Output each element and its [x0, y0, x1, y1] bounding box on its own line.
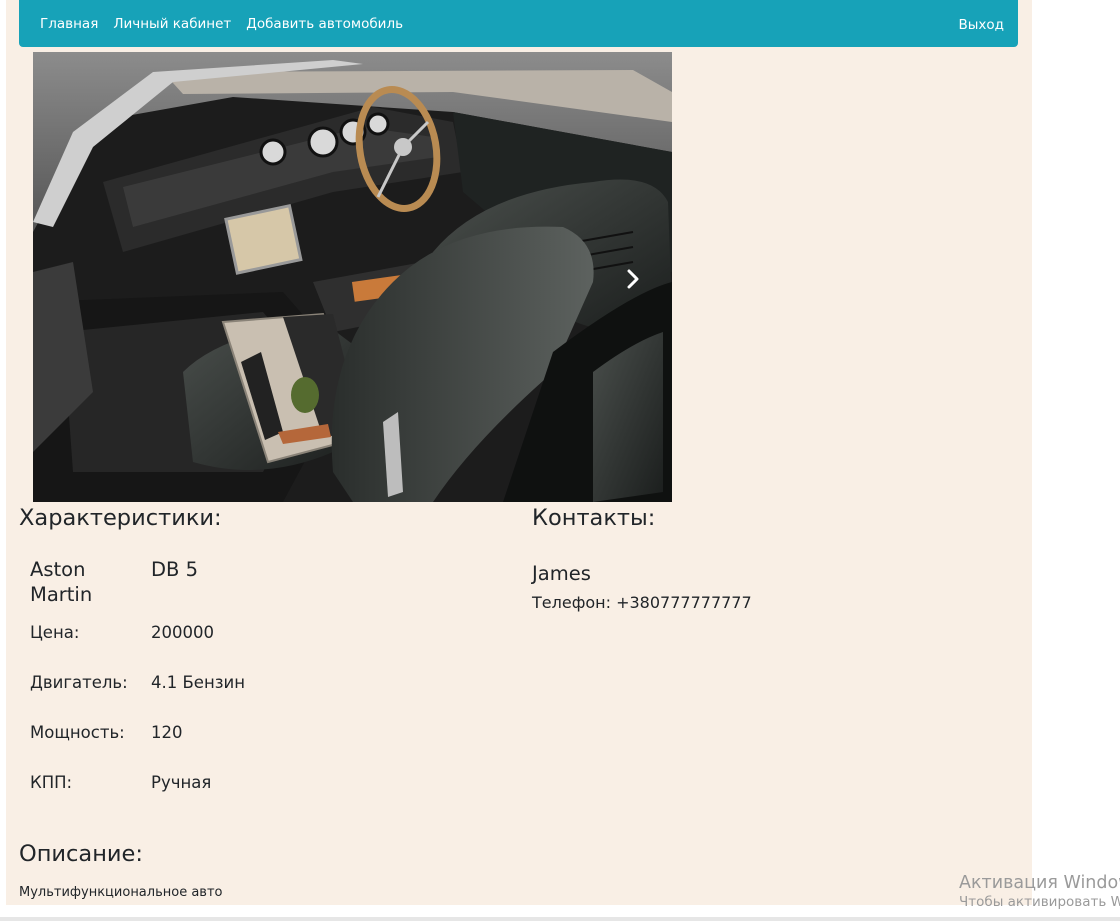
description-heading: Описание:: [19, 841, 143, 867]
spec-value: Ручная: [151, 772, 212, 792]
car-image-carousel: [33, 52, 672, 502]
nav-right: Выход: [958, 14, 1004, 33]
spec-value: 200000: [151, 622, 214, 642]
description-text: Мультифункциональное авто: [19, 885, 223, 900]
spec-row-gearbox: КПП: Ручная: [30, 757, 330, 807]
taskbar-edge: [0, 917, 1120, 921]
specs-table: Aston Martin DB 5 Цена: 200000 Двигатель…: [30, 557, 330, 807]
car-interior-photo: [33, 52, 672, 502]
spec-row-power: Мощность: 120: [30, 707, 330, 757]
car-brand: Aston Martin: [30, 558, 93, 606]
spec-label: Двигатель:: [30, 672, 128, 692]
contacts-heading: Контакты:: [532, 505, 656, 531]
nav-link-home[interactable]: Главная: [40, 16, 98, 32]
spec-row-engine: Двигатель: 4.1 Бензин: [30, 657, 330, 707]
spec-label: Цена:: [30, 622, 80, 642]
watermark-subtitle: Чтобы активировать Windows: [959, 894, 1120, 910]
navbar: Главная Личный кабинет Добавить автомоби…: [19, 0, 1018, 47]
watermark-title: Активация Windows: [959, 873, 1120, 893]
spec-label: Мощность:: [30, 722, 125, 742]
contact-name: James: [532, 562, 591, 585]
nav-links: Главная Личный кабинет Добавить автомоби…: [40, 16, 418, 32]
specs-heading: Характеристики:: [19, 505, 222, 531]
nav-link-account[interactable]: Личный кабинет: [113, 16, 231, 32]
spec-label: КПП:: [30, 772, 73, 792]
contact-phone: Телефон: +380777777777: [532, 593, 752, 612]
logout-link[interactable]: Выход: [958, 17, 1004, 33]
nav-link-add-car[interactable]: Добавить автомобиль: [246, 16, 403, 32]
spec-row-car: Aston Martin DB 5: [30, 557, 330, 607]
spec-value: 120: [151, 722, 183, 742]
chevron-right-icon: [627, 269, 639, 289]
windows-activation-watermark: Активация Windows Чтобы активировать Win…: [959, 873, 1120, 910]
carousel-next-button[interactable]: [618, 264, 648, 294]
spec-value: 4.1 Бензин: [151, 672, 246, 692]
car-model: DB 5: [151, 558, 198, 581]
spec-row-price: Цена: 200000: [30, 607, 330, 657]
